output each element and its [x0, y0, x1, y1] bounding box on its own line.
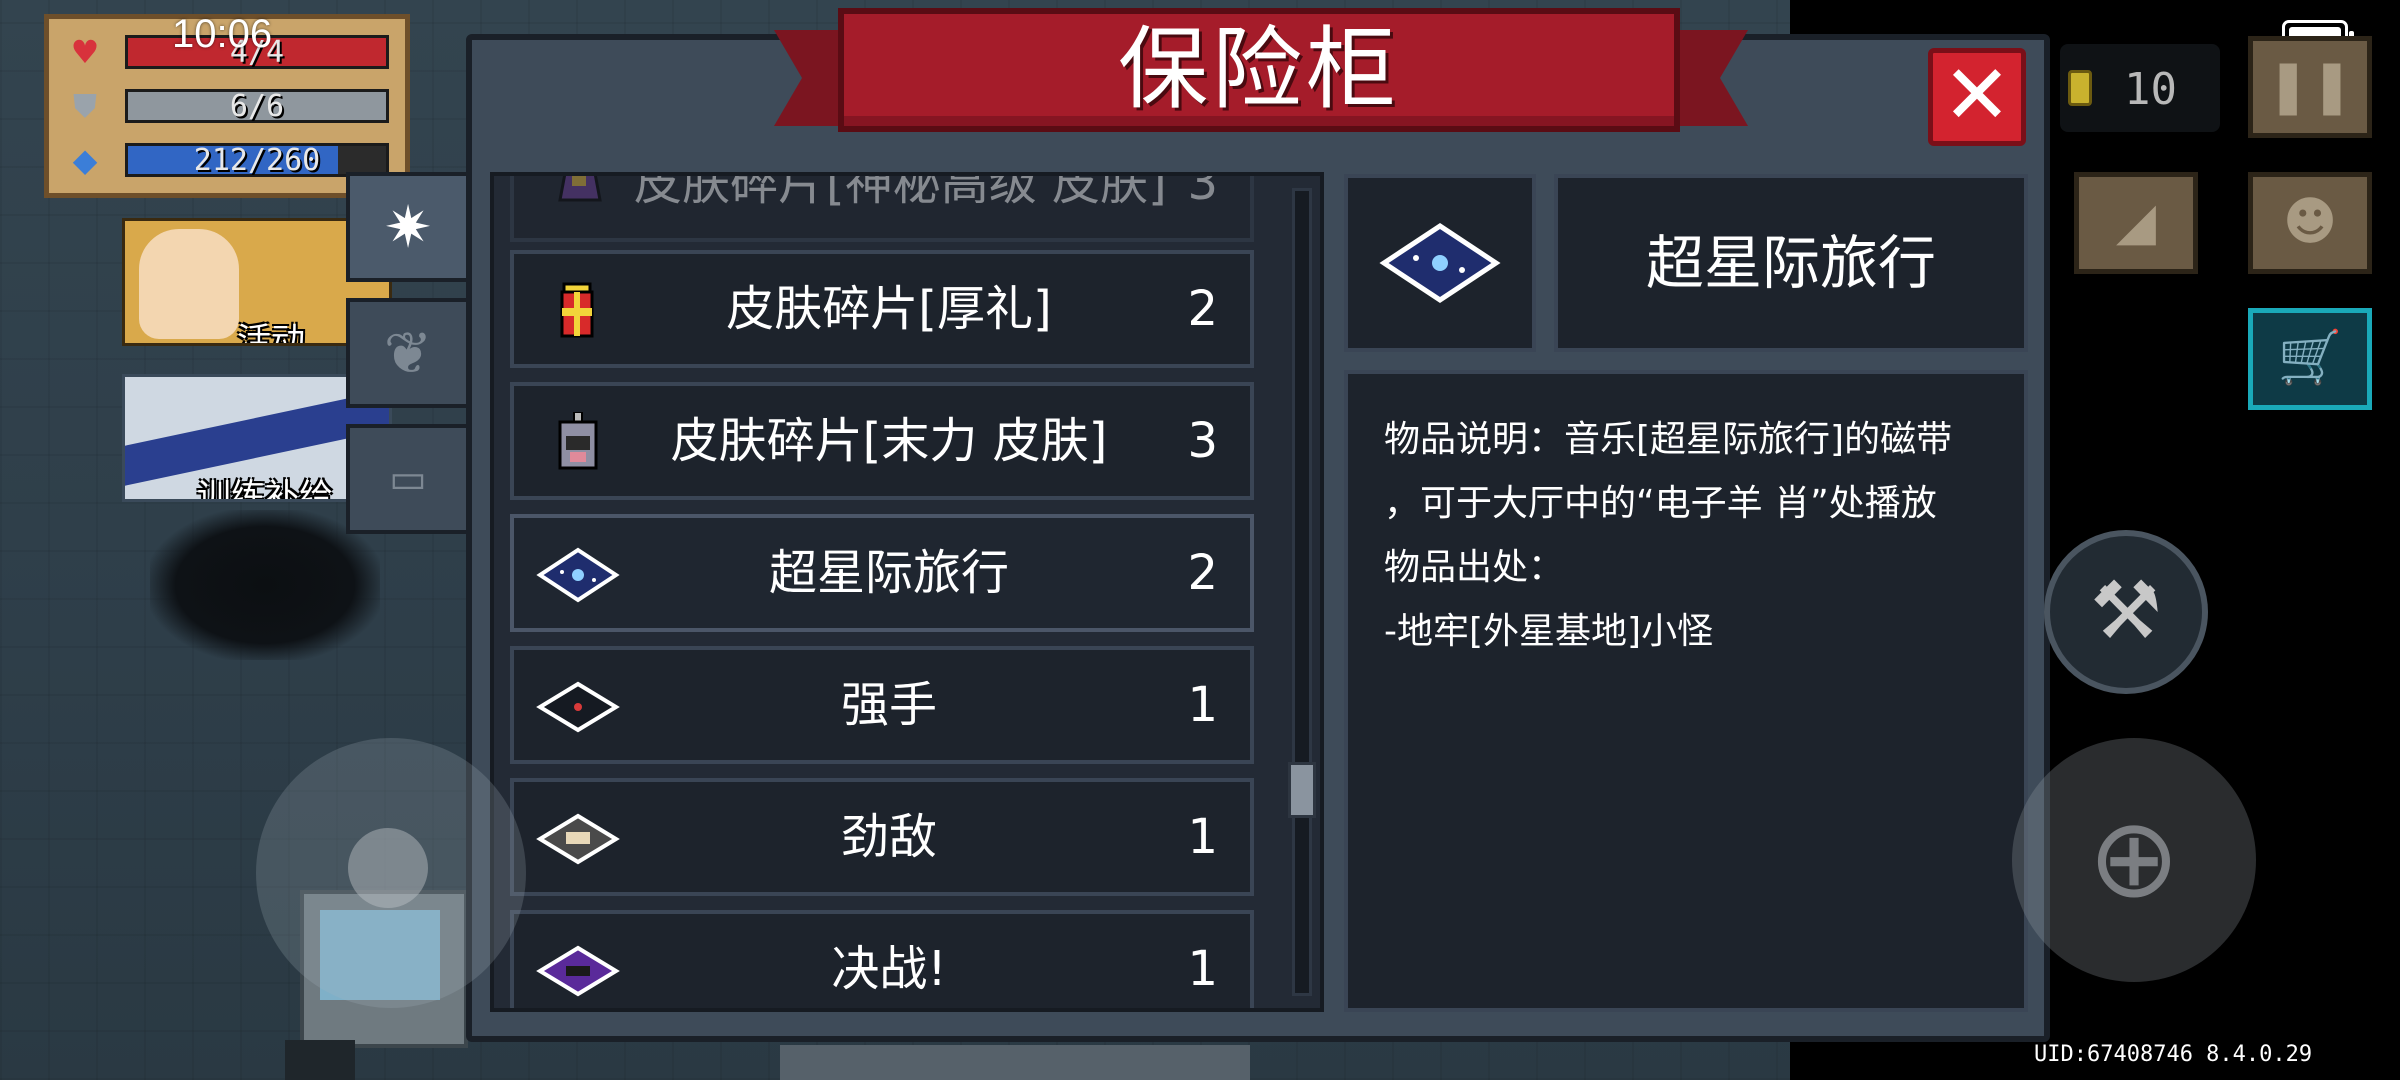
list-item[interactable]: 强手 1 [510, 646, 1254, 764]
helmet-icon [558, 412, 598, 470]
profile-card-icon: ☻ [2282, 192, 2338, 252]
gift-box-icon [560, 282, 594, 338]
description-line: ，可于大厅中的“电子羊 肖”处播放 [1384, 483, 1937, 524]
tab-material[interactable]: ✷ [346, 172, 466, 282]
joystick-knob[interactable] [348, 828, 428, 908]
pause-button[interactable]: ❚❚ [2248, 36, 2372, 138]
heart-icon: ♥ [70, 33, 100, 71]
hammer-icon: ⚒ [2090, 564, 2162, 657]
close-icon: ✕ [1942, 48, 2012, 143]
seed-icon: ❦ [383, 319, 433, 387]
item-count: 2 [1187, 281, 1218, 337]
item-count: 2 [1187, 545, 1218, 601]
detail-icon-box [1344, 174, 1536, 352]
shop-button[interactable]: 🛒 [2248, 308, 2372, 410]
item-name: 皮肤碎片[神秘高级 皮肤] [634, 172, 1167, 211]
stairs-button[interactable]: ◢ [2074, 172, 2198, 274]
item-count: 1 [1187, 809, 1218, 865]
event-character-image [139, 229, 239, 339]
profile-button[interactable]: ☻ [2248, 172, 2372, 274]
status-time: 10:06 [172, 12, 273, 56]
tape-icon [536, 813, 620, 865]
item-name: 皮肤碎片[末力 皮肤] [670, 413, 1108, 469]
list-item-selected[interactable]: 超星际旅行 2 [510, 514, 1254, 632]
armor-row: ⛊ 6/6 [61, 85, 401, 127]
list-scrollbar-thumb[interactable] [1288, 762, 1316, 818]
item-count: 3 [1187, 172, 1218, 211]
shopping-cart-icon: 🛒 [2277, 328, 2343, 388]
tab-plants[interactable]: ❦ [346, 298, 466, 408]
detail-description-box: 物品说明：音乐[超星际旅行]的磁带 ，可于大厅中的“电子羊 肖”处播放 物品出处… [1344, 370, 2028, 1012]
pause-icon: ❚❚ [2266, 56, 2354, 116]
coin-icon [2068, 70, 2092, 106]
stairs-icon: ◢ [2116, 192, 2156, 252]
tab-misc[interactable]: ▭ [346, 424, 466, 534]
coin-count: 10 [2124, 64, 2177, 115]
tape-icon [536, 945, 620, 997]
attack-button[interactable]: ⊕ [2012, 738, 2256, 982]
item-name: 决战! [831, 941, 947, 997]
floor-strip [780, 1045, 1250, 1080]
item-count: 3 [1187, 413, 1218, 469]
armor-bar: 6/6 [125, 89, 389, 123]
close-button[interactable]: ✕ [1928, 48, 2026, 146]
title-banner: 保险柜 [838, 8, 1680, 132]
description-line: 物品说明：音乐[超星际旅行]的磁带 [1384, 419, 1953, 460]
item-name: 强手 [840, 677, 937, 733]
tape-icon [536, 547, 620, 603]
armor-value: 6/6 [229, 89, 285, 124]
detail-title-box: 超星际旅行 [1554, 174, 2028, 352]
item-count: 1 [1187, 941, 1218, 997]
crosshair-icon: ⊕ [2087, 794, 2181, 922]
item-name: 劲敌 [840, 809, 937, 865]
weapon-switch-button[interactable]: ⚒ [2044, 530, 2208, 694]
energy-diamond-icon: ◆ [72, 141, 98, 179]
tape-icon [1379, 223, 1501, 303]
item-name: 皮肤碎片[厚礼] [726, 281, 1052, 337]
supply-label: 训练补给 [197, 477, 333, 502]
list-item[interactable]: 皮肤碎片[神秘高级 皮肤] 3 [510, 172, 1254, 242]
list-item[interactable]: 皮肤碎片[末力 皮肤] 3 [510, 382, 1254, 500]
energy-value: 212/260 [193, 143, 321, 178]
ticket-icon: ▭ [389, 456, 427, 502]
tape-icon [536, 681, 620, 733]
list-item[interactable]: 皮肤碎片[厚礼] 2 [510, 250, 1254, 368]
terminal-base [285, 1040, 355, 1080]
description-line: -地牢[外星基地]小怪 [1384, 611, 1714, 652]
modal-title: 保险柜 [1118, 17, 1400, 122]
item-count: 1 [1187, 677, 1218, 733]
uid-version-label: UID:67408746 8.4.0.29 [2034, 1042, 2313, 1067]
list-scrollbar[interactable] [1292, 188, 1312, 996]
sparkle-icon: ✷ [383, 193, 433, 261]
detail-item-name: 超星际旅行 [1645, 229, 1936, 297]
list-item[interactable]: 决战! 1 [510, 910, 1254, 1008]
description-line: 物品出处： [1384, 547, 1565, 588]
event-label: 活动 [237, 321, 305, 346]
list-item[interactable]: 劲敌 1 [510, 778, 1254, 896]
gem-fragment-icon [558, 176, 602, 202]
item-list[interactable]: 皮肤碎片[神秘高级 皮肤] 3 皮肤碎片[厚礼] 2 皮肤碎片[末力 皮肤] 3… [490, 172, 1324, 1012]
shield-icon: ⛊ [72, 87, 97, 125]
item-name: 超星际旅行 [768, 545, 1009, 601]
